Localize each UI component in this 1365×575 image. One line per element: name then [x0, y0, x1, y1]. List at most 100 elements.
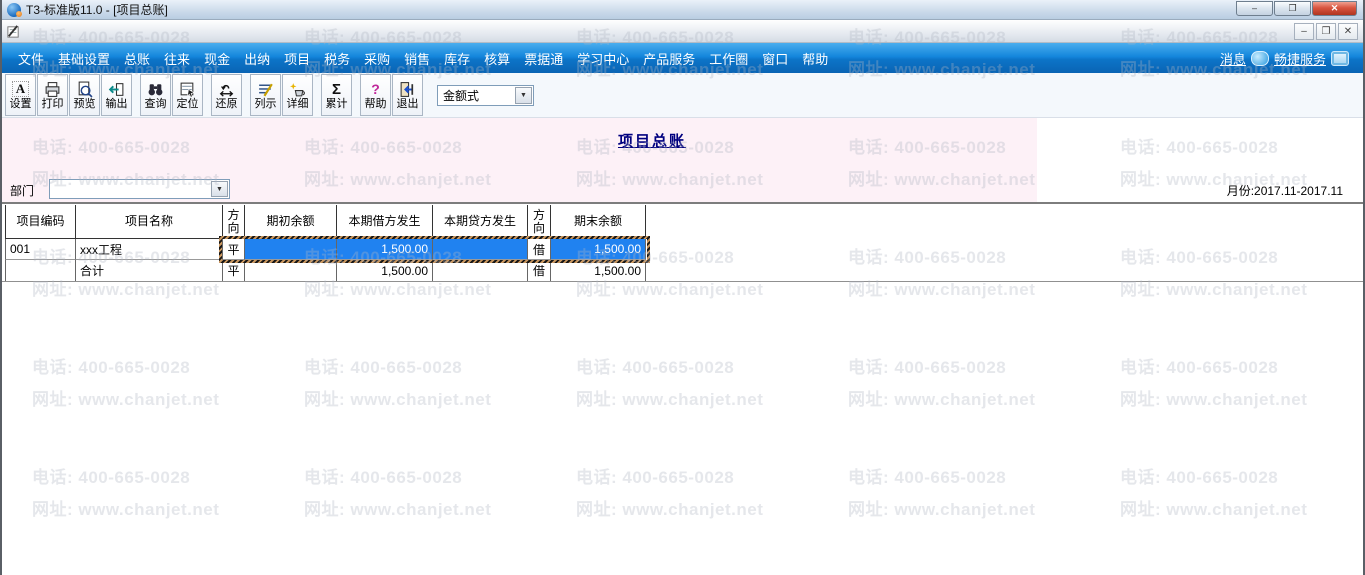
- export-icon: [108, 82, 124, 96]
- cell-project-name[interactable]: xxx工程: [75, 239, 222, 260]
- format-select[interactable]: 金额式 ▼: [437, 84, 534, 106]
- cell-direction-2[interactable]: 借: [527, 239, 550, 260]
- help-button[interactable]: ? 帮助: [360, 74, 391, 116]
- menu-item-帮助[interactable]: 帮助: [802, 49, 828, 68]
- cell-direction-1[interactable]: 平: [222, 260, 244, 281]
- menu-item-核算[interactable]: 核算: [484, 49, 510, 68]
- cell-credit[interactable]: [432, 260, 527, 281]
- menu-item-工作圈[interactable]: 工作圈: [709, 49, 748, 68]
- close-button[interactable]: ✕: [1312, 1, 1357, 16]
- department-combo[interactable]: ▼: [49, 179, 230, 199]
- preview-icon: [78, 81, 93, 98]
- header-divider: [2, 202, 1363, 204]
- cell-project-code[interactable]: [5, 260, 75, 281]
- settings-button[interactable]: A 设置: [5, 74, 36, 116]
- query-icon: [148, 83, 163, 95]
- app-window: T3-标准版11.0 - [项目总账] – ❐ ✕ – ❐ ✕ 文件 基础设置 总账…: [0, 0, 1365, 575]
- title-bar: T3-标准版11.0 - [项目总账] – ❐ ✕: [2, 0, 1363, 20]
- department-input[interactable]: [50, 180, 210, 198]
- menu-item-票据通[interactable]: 票据通: [524, 49, 563, 68]
- child-restore-button[interactable]: ❐: [1316, 23, 1336, 40]
- menu-item-出纳[interactable]: 出纳: [244, 49, 270, 68]
- restore-grid-button[interactable]: 还原: [211, 74, 242, 116]
- child-window-icon: [7, 25, 19, 38]
- minimize-button[interactable]: –: [1236, 1, 1273, 16]
- settings-icon: A: [11, 81, 30, 97]
- print-button[interactable]: 打印: [37, 74, 68, 116]
- cell-begin-balance[interactable]: [244, 239, 336, 260]
- cell-debit[interactable]: 1,500.00: [336, 260, 432, 281]
- report-area: 项目总账 部门 ▼ 月份:2017.11-2017.11 项目编码 项目名称 方…: [2, 118, 1363, 575]
- menu-link-messages[interactable]: 消息: [1220, 49, 1246, 68]
- menu-items: 文件 基础设置 总账 往来 现金 出纳 项目 税务 采购 销售 库存 核算 票据通 学习中心 产品服务 工作圈…: [18, 49, 842, 68]
- page-title: 项目总账: [617, 133, 686, 150]
- cell-end-balance[interactable]: 1,500.00: [550, 239, 646, 260]
- sum-button[interactable]: Σ 累计: [321, 74, 352, 116]
- sum-icon: Σ: [331, 80, 341, 98]
- cell-credit[interactable]: [432, 239, 527, 260]
- detail-icon: [290, 82, 305, 96]
- mdi-child-bar: – ❐ ✕: [2, 20, 1363, 43]
- cell-end-balance[interactable]: 1,500.00: [550, 260, 646, 281]
- exit-button[interactable]: 退出: [392, 74, 423, 116]
- menu-item-往来[interactable]: 往来: [164, 49, 190, 68]
- window-title: T3-标准版11.0 - [项目总账]: [26, 3, 168, 17]
- menu-item-现金[interactable]: 现金: [204, 49, 230, 68]
- col-header-end-balance: 期末余额: [550, 205, 646, 238]
- restore-button[interactable]: ❐: [1274, 1, 1311, 16]
- chevron-down-icon[interactable]: ▼: [515, 86, 532, 104]
- cell-direction-2[interactable]: 借: [527, 260, 550, 281]
- col-header-debit: 本期借方发生: [336, 205, 432, 238]
- detail-button[interactable]: 详细: [282, 74, 313, 116]
- menu-bar: 文件 基础设置 总账 往来 现金 出纳 项目 税务 采购 销售 库存 核算 票据通 学习中心 产品服务 工作圈…: [2, 43, 1363, 73]
- message-bubble-icon[interactable]: [1250, 50, 1269, 66]
- col-header-project-name: 项目名称: [75, 205, 222, 238]
- col-header-project-code: 项目编码: [5, 205, 75, 238]
- preview-button[interactable]: 预览: [69, 74, 100, 116]
- toolbar: A 设置 打印 预览 输出 查询 定位 还原 列示 详细 Σ 累计 ? 帮助 退…: [2, 73, 1363, 118]
- col-header-direction-2: 方向: [527, 205, 550, 238]
- menu-item-税务[interactable]: 税务: [324, 49, 350, 68]
- grid-bottom-divider: [2, 281, 1363, 282]
- list-icon: [259, 83, 273, 96]
- menu-item-总账[interactable]: 总账: [124, 49, 150, 68]
- period-label: 月份:2017.11-2017.11: [1226, 184, 1343, 198]
- grid-header-row: 项目编码 项目名称 方向 期初余额 本期借方发生 本期贷方发生 方向 期末余额: [5, 205, 647, 239]
- child-minimize-button[interactable]: –: [1294, 23, 1314, 40]
- query-button[interactable]: 查询: [140, 74, 171, 116]
- help-icon: ?: [371, 81, 380, 97]
- table-row-selected[interactable]: 001 xxx工程 平 1,500.00 借 1,500.00: [5, 239, 647, 260]
- col-header-credit: 本期贷方发生: [432, 205, 527, 238]
- menu-item-窗口[interactable]: 窗口: [762, 49, 788, 68]
- format-select-value: 金额式: [443, 88, 480, 103]
- table-row-total[interactable]: 合计 平 1,500.00 借 1,500.00: [5, 260, 647, 281]
- app-logo-icon: [7, 2, 22, 17]
- cell-begin-balance[interactable]: [244, 260, 336, 281]
- print-icon: [45, 81, 60, 97]
- cell-direction-1[interactable]: 平: [222, 239, 244, 260]
- ledger-grid: 项目编码 项目名称 方向 期初余额 本期借方发生 本期贷方发生 方向 期末余额 …: [5, 205, 650, 281]
- locate-button[interactable]: 定位: [172, 74, 203, 116]
- menu-item-产品服务[interactable]: 产品服务: [643, 49, 695, 68]
- department-label: 部门: [10, 184, 35, 198]
- restore-grid-icon: [219, 84, 234, 97]
- menu-item-采购[interactable]: 采购: [364, 49, 390, 68]
- service-monitor-icon[interactable]: [1331, 50, 1349, 66]
- menu-item-基础设置[interactable]: 基础设置: [58, 49, 110, 68]
- exit-icon: [400, 81, 414, 97]
- chevron-down-icon[interactable]: ▼: [211, 181, 228, 197]
- col-header-begin-balance: 期初余额: [244, 205, 336, 238]
- cell-project-name[interactable]: 合计: [75, 260, 222, 281]
- cell-project-code[interactable]: 001: [5, 239, 75, 260]
- col-header-direction-1: 方向: [222, 205, 244, 238]
- menu-item-库存[interactable]: 库存: [444, 49, 470, 68]
- cell-debit[interactable]: 1,500.00: [336, 239, 432, 260]
- menu-link-chanjet-service[interactable]: 畅捷服务: [1274, 49, 1326, 68]
- menu-item-销售[interactable]: 销售: [404, 49, 430, 68]
- menu-item-项目[interactable]: 项目: [284, 49, 310, 68]
- menu-item-文件[interactable]: 文件: [18, 49, 44, 68]
- menu-item-学习中心[interactable]: 学习中心: [577, 49, 629, 68]
- export-button[interactable]: 输出: [101, 74, 132, 116]
- list-button[interactable]: 列示: [250, 74, 281, 116]
- child-close-button[interactable]: ✕: [1338, 23, 1358, 40]
